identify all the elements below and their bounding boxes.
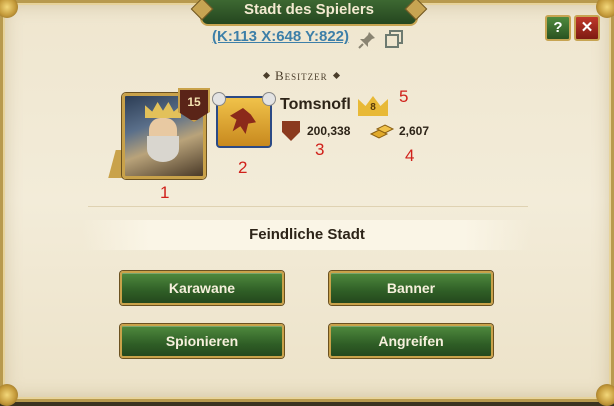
annotation-marker: 5	[399, 87, 409, 106]
annotation-marker: 1	[160, 183, 170, 202]
help-button[interactable]: ?	[545, 15, 571, 41]
might-value: 200,338	[307, 124, 351, 138]
caravan-button[interactable]: Karawane	[120, 271, 284, 305]
avatar-beard	[147, 136, 179, 162]
crown-icon	[145, 102, 181, 118]
annotation-marker: 2	[238, 158, 248, 177]
pin-icon[interactable]	[357, 30, 377, 50]
banner-button[interactable]: Banner	[329, 271, 493, 305]
window-title: Stadt des Spielers	[243, 1, 375, 18]
copy-icon[interactable]	[384, 29, 404, 49]
corner-ornament	[0, 384, 18, 406]
divider	[88, 206, 528, 207]
annotation-marker: 4	[405, 146, 415, 165]
annotation-marker: 3	[315, 140, 325, 159]
close-icon: ✕	[580, 19, 594, 36]
corner-ornament	[596, 384, 614, 406]
close-button[interactable]: ✕	[574, 15, 600, 41]
divider-diamond	[262, 71, 271, 80]
window-title-bar: Stadt des Spielers	[190, 0, 428, 26]
gold-value: 2,607	[399, 124, 430, 138]
coordinates-link[interactable]: (K:113 X:648 Y:822)	[212, 28, 349, 45]
owner-section-label: Besitzer	[258, 68, 345, 84]
divider-diamond	[332, 71, 340, 80]
player-banner[interactable]	[212, 92, 276, 148]
player-name[interactable]: Tomsnofl	[280, 96, 351, 114]
gold-bars-icon	[369, 124, 395, 139]
spy-button[interactable]: Spionieren	[120, 324, 284, 358]
owner-section-text: Besitzer	[275, 68, 328, 83]
dragon-crest-icon	[230, 108, 256, 134]
banner-wing-right	[262, 92, 276, 106]
help-icon: ?	[553, 19, 563, 36]
attack-button[interactable]: Angreifen	[329, 324, 493, 358]
city-type-label: Feindliche Stadt	[82, 220, 532, 250]
dialog-frame	[0, 0, 614, 402]
banner-wing-left	[212, 92, 226, 106]
